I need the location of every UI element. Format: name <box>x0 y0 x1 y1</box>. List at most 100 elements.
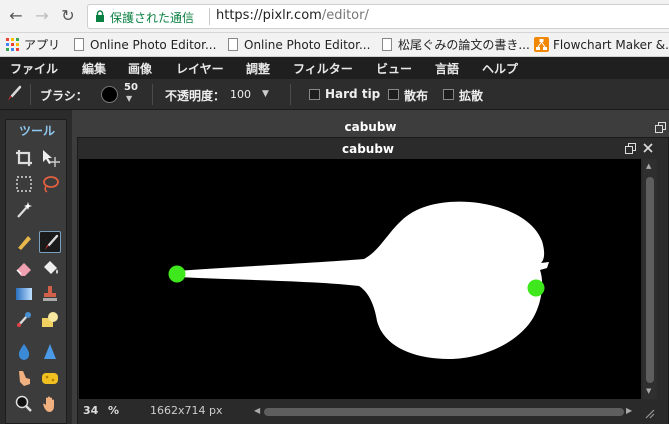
horizontal-scroll-thumb[interactable] <box>264 408 624 416</box>
menu-language[interactable]: 言語 <box>435 60 459 77</box>
zoom-input[interactable]: 34 <box>83 404 98 417</box>
scroll-down-icon[interactable]: ▼ <box>646 387 651 395</box>
lock-icon <box>96 10 104 22</box>
scroll-up-icon[interactable]: ▲ <box>646 162 651 170</box>
drop-icon <box>18 344 30 360</box>
url-text[interactable]: https://pixlr.com/editor/ <box>216 8 369 23</box>
cone-icon <box>44 344 56 359</box>
crop-tool[interactable] <box>13 147 35 169</box>
reload-icon[interactable]: ↻ <box>58 6 78 26</box>
bookmark-item[interactable]: Online Photo Editor... <box>74 37 216 53</box>
address-bar[interactable]: 保護された通信 https://pixlr.com/editor/ <box>87 4 669 29</box>
move-icon <box>43 150 60 167</box>
diffuse-checkbox[interactable] <box>443 89 454 100</box>
back-arrow-icon[interactable]: ← <box>6 6 26 26</box>
document-window: cabubw ▲ ▼ 34 % 1662x714 px ◀ ▶ <box>77 137 669 424</box>
tools-panel: ツール <box>0 110 72 424</box>
eraser-tool[interactable] <box>13 257 35 279</box>
brush-size-value[interactable]: 50 <box>124 82 138 93</box>
lasso-icon <box>43 176 59 193</box>
scatter-checkbox[interactable] <box>388 89 399 100</box>
color-replace-tool[interactable] <box>13 309 35 331</box>
bookmark-item[interactable]: 松尾ぐみの論文の書き... <box>382 37 530 53</box>
lasso-tool[interactable] <box>39 173 61 195</box>
eraser-icon <box>16 263 31 276</box>
bookmark-item[interactable]: Flowchart Maker &... <box>534 37 669 53</box>
menu-help[interactable]: ヘルプ <box>482 60 518 77</box>
paint-bucket-tool[interactable] <box>39 257 61 279</box>
start-point-marker[interactable] <box>168 265 186 283</box>
end-point-marker[interactable] <box>527 279 545 297</box>
blur-tool[interactable] <box>13 341 35 363</box>
menu-view[interactable]: ビュー <box>376 60 412 77</box>
brush-preview[interactable] <box>101 86 118 103</box>
bookmark-label: Online Photo Editor... <box>90 38 217 52</box>
menu-file[interactable]: ファイル <box>10 60 58 77</box>
sharpen-tool[interactable] <box>39 341 61 363</box>
smudge-tool[interactable] <box>13 367 35 389</box>
hard-tip-checkbox[interactable] <box>309 89 320 100</box>
opacity-input[interactable]: 100 <box>230 88 251 101</box>
hand-tool[interactable] <box>39 393 61 415</box>
tools-box: ツール <box>5 119 67 424</box>
restore-window-icon[interactable] <box>625 143 636 154</box>
chevron-down-icon[interactable]: ▼ <box>126 94 132 103</box>
bookmark-label: 松尾ぐみの論文の書き... <box>398 38 530 52</box>
hard-tip-label: Hard tip <box>325 87 381 101</box>
opacity-label: 不透明度： <box>165 89 226 103</box>
drawing-tool[interactable] <box>39 309 61 331</box>
restore-window-icon[interactable] <box>655 122 666 133</box>
menu-layer[interactable]: レイヤー <box>176 60 224 77</box>
browser-toolbar: ← → ↻ 保護された通信 https://pixlr.com/editor/ <box>0 0 669 33</box>
menu-adjust[interactable]: 調整 <box>246 60 270 77</box>
apps-grid-icon <box>6 38 19 51</box>
color-replace-icon <box>17 312 31 327</box>
move-tool[interactable] <box>39 147 61 169</box>
bookmark-item[interactable]: Online Photo Editor... <box>228 37 370 53</box>
image-dimensions: 1662x714 px <box>150 404 223 417</box>
shapes-icon <box>42 312 58 327</box>
url-host: https://pixlr.com <box>216 8 322 23</box>
document-title: cabubw <box>344 120 397 134</box>
bookmark-label: Flowchart Maker &... <box>553 38 669 52</box>
page-icon <box>228 38 238 51</box>
pencil-tool[interactable] <box>13 231 35 253</box>
clone-stamp-tool[interactable] <box>39 283 61 305</box>
brush-icon <box>8 85 22 101</box>
crop-icon <box>16 150 32 166</box>
url-path: /editor/ <box>321 8 369 23</box>
close-icon[interactable] <box>643 143 653 153</box>
tools-title: ツール <box>18 124 55 138</box>
chevron-down-icon[interactable]: ▼ <box>262 89 269 99</box>
vertical-scrollbar[interactable]: ▲ ▼ <box>643 159 657 399</box>
menu-image[interactable]: 画像 <box>128 60 152 77</box>
canvas-image <box>168 201 549 359</box>
menu-bar: ファイル 編集 画像 レイヤー 調整 フィルター ビュー 言語 ヘルプ <box>0 57 669 79</box>
workspace: cabubw cabubw ▲ ▼ 34 % 1662x714 px ◀ ▶ <box>72 110 669 424</box>
scroll-right-icon[interactable]: ▶ <box>626 406 632 415</box>
marquee-tool[interactable] <box>13 173 35 195</box>
sponge-tool[interactable] <box>39 367 61 389</box>
image-canvas[interactable] <box>79 159 641 399</box>
magic-wand-tool[interactable] <box>13 199 35 221</box>
forward-arrow-icon[interactable]: → <box>32 6 52 26</box>
document-window-title: cabubw <box>341 142 395 156</box>
vertical-scroll-thumb[interactable] <box>646 177 654 383</box>
white-shape <box>177 201 549 359</box>
page-icon <box>382 38 392 51</box>
scroll-left-icon[interactable]: ◀ <box>254 406 260 415</box>
brush-tool[interactable] <box>39 231 61 253</box>
sponge-icon <box>42 373 58 384</box>
bookmark-apps[interactable]: アプリ <box>6 37 60 53</box>
gradient-tool[interactable] <box>13 283 35 305</box>
menu-edit[interactable]: 編集 <box>82 60 106 77</box>
finger-icon <box>19 371 30 386</box>
menu-filter[interactable]: フィルター <box>293 60 353 77</box>
marquee-icon <box>16 176 32 192</box>
resize-grip-icon[interactable] <box>645 409 655 419</box>
address-divider <box>209 8 210 25</box>
zoom-tool[interactable] <box>13 393 35 415</box>
pencil-icon <box>17 236 31 251</box>
divider <box>290 84 291 105</box>
horizontal-scrollbar[interactable]: ◀ ▶ <box>254 406 632 418</box>
